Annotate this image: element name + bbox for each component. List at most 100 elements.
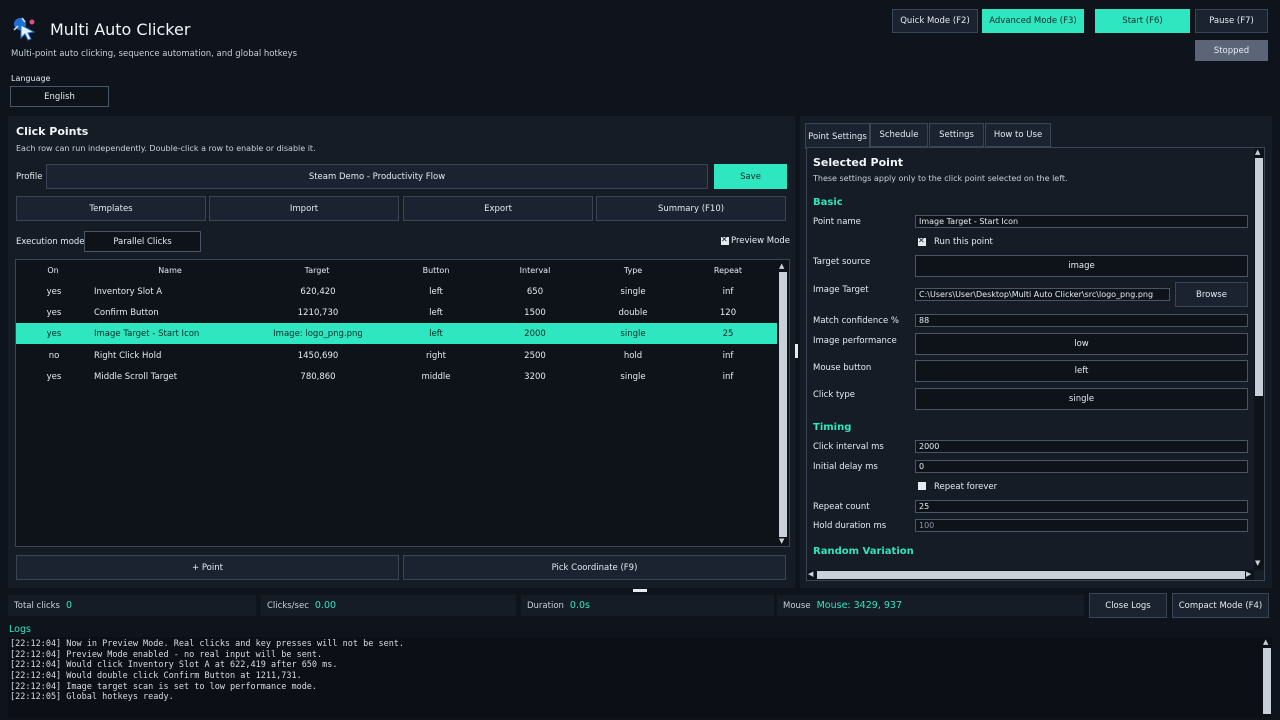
target-source-select[interactable]: image: [915, 255, 1248, 277]
image-performance-label: Image performance: [813, 336, 897, 346]
templates-button[interactable]: Templates: [16, 196, 206, 221]
hold-duration-label: Hold duration ms: [813, 521, 887, 531]
match-confidence-label: Match confidence %: [813, 316, 899, 326]
total-clicks-label: Total clicks: [14, 600, 60, 611]
execution-mode-select[interactable]: Parallel Clicks: [84, 231, 201, 252]
row-name: Confirm Button: [94, 307, 159, 318]
column-header-type[interactable]: Type: [603, 266, 663, 275]
mouse-button-select[interactable]: left: [915, 360, 1248, 382]
hold-duration-input[interactable]: 100: [915, 519, 1248, 532]
mouse-label: Mouse: [783, 600, 811, 611]
chevron-down-icon[interactable]: ▼: [1255, 559, 1260, 567]
duration-stat: Duration 0.0s: [521, 595, 774, 616]
language-select[interactable]: English: [10, 86, 109, 107]
repeat-count-input[interactable]: 25: [915, 500, 1248, 513]
tab-settings[interactable]: Settings: [929, 123, 984, 147]
run-this-point-checkbox[interactable]: [918, 236, 926, 246]
column-header-target[interactable]: Target: [287, 266, 347, 275]
scrollbar-thumb[interactable]: [1263, 648, 1271, 714]
chevron-up-icon[interactable]: ▲: [1263, 638, 1268, 646]
column-header-button[interactable]: Button: [406, 266, 466, 275]
chevron-up-icon[interactable]: ▲: [779, 262, 784, 270]
column-header-name[interactable]: Name: [140, 266, 200, 275]
row-interval: 650: [526, 286, 544, 297]
close-logs-button[interactable]: Close Logs: [1089, 593, 1167, 618]
column-header-on[interactable]: On: [38, 266, 68, 275]
quick-mode-button[interactable]: Quick Mode (F2): [892, 9, 978, 33]
log-line: [22:12:04] Would double click Confirm Bu…: [10, 671, 302, 681]
clicks-per-sec-stat: Clicks/sec 0.00: [261, 595, 516, 616]
row-on: no: [48, 350, 60, 361]
point-name-label: Point name: [813, 217, 861, 227]
compact-mode-button[interactable]: Compact Mode (F4): [1172, 593, 1269, 618]
start-button[interactable]: Start (F6): [1095, 9, 1190, 33]
mouse-button-label: Mouse button: [813, 363, 872, 373]
column-header-repeat[interactable]: Repeat: [698, 266, 758, 275]
click-type-label: Click type: [813, 390, 855, 400]
repeat-forever-checkbox[interactable]: [918, 482, 926, 490]
table-row[interactable]: no Right Click Hold 1450,690 right 2500 …: [16, 345, 777, 366]
row-on: yes: [46, 328, 62, 339]
initial-delay-label: Initial delay ms: [813, 462, 878, 472]
scrollbar-thumb[interactable]: [1255, 158, 1263, 396]
click-interval-input[interactable]: 2000: [915, 440, 1248, 453]
settings-vertical-scrollbar[interactable]: ▲ ▼: [1254, 148, 1264, 570]
add-point-button[interactable]: + Point: [16, 555, 399, 580]
export-button[interactable]: Export: [403, 196, 593, 221]
click-points-description: Each row can run independently. Double-c…: [16, 144, 316, 153]
scrollbar-thumb[interactable]: [817, 571, 1245, 579]
table-row[interactable]: yes Confirm Button 1210,730 left 1500 do…: [16, 302, 777, 323]
total-clicks-value: 0: [65, 600, 73, 611]
pause-button[interactable]: Pause (F7): [1195, 9, 1268, 33]
point-name-input[interactable]: Image Target - Start Icon: [915, 215, 1248, 228]
row-target: 620,420: [300, 286, 336, 297]
pick-coordinate-button[interactable]: Pick Coordinate (F9): [403, 555, 786, 580]
run-this-point-label: Run this point: [934, 237, 993, 247]
chevron-up-icon[interactable]: ▲: [1255, 148, 1260, 156]
scrollbar-thumb[interactable]: [779, 272, 787, 537]
status-badge: Stopped: [1195, 40, 1268, 61]
row-type: single: [620, 328, 646, 339]
target-source-label: Target source: [813, 257, 871, 267]
preview-mode-checkbox[interactable]: [721, 235, 729, 245]
row-type: single: [620, 371, 646, 382]
chevron-right-icon[interactable]: ▶: [1246, 570, 1251, 578]
log-line: [22:12:05] Global hotkeys ready.: [10, 692, 174, 702]
table-row-selected[interactable]: yes Image Target - Start Icon Image: log…: [16, 323, 777, 344]
chevron-down-icon[interactable]: ▼: [779, 537, 784, 545]
row-button: left: [429, 286, 443, 297]
tab-how-to-use[interactable]: How to Use: [985, 123, 1051, 147]
save-button[interactable]: Save: [714, 164, 787, 189]
table-scrollbar[interactable]: ▲ ▼: [778, 261, 788, 546]
vertical-splitter-handle[interactable]: [795, 344, 798, 358]
image-performance-select[interactable]: low: [915, 333, 1248, 355]
profile-label: Profile: [16, 172, 43, 182]
app-title: Multi Auto Clicker: [50, 20, 191, 39]
image-target-input[interactable]: C:\Users\User\Desktop\Multi Auto Clicker…: [915, 288, 1170, 301]
summary-button[interactable]: Summary (F10): [596, 196, 786, 221]
logs-scrollbar[interactable]: ▲: [1262, 638, 1272, 717]
table-row[interactable]: yes Middle Scroll Target 780,860 middle …: [16, 366, 777, 387]
row-interval: 2500: [524, 350, 546, 361]
settings-horizontal-scrollbar[interactable]: ◀ ▶: [807, 570, 1254, 580]
browse-button[interactable]: Browse: [1175, 282, 1248, 307]
repeat-count-label: Repeat count: [813, 502, 870, 512]
column-header-interval[interactable]: Interval: [505, 266, 565, 275]
import-button[interactable]: Import: [209, 196, 399, 221]
row-button: left: [429, 328, 443, 339]
advanced-mode-button[interactable]: Advanced Mode (F3): [982, 9, 1084, 33]
initial-delay-input[interactable]: 0: [915, 460, 1248, 473]
row-button: right: [426, 350, 446, 361]
tab-point-settings[interactable]: Point Settings: [805, 123, 870, 149]
click-type-select[interactable]: single: [915, 388, 1248, 410]
row-on: yes: [46, 286, 62, 297]
table-row[interactable]: yes Inventory Slot A 620,420 left 650 si…: [16, 281, 777, 302]
row-target: Image: logo_png.png: [273, 328, 363, 339]
chevron-left-icon[interactable]: ◀: [808, 570, 813, 578]
horizontal-splitter-handle[interactable]: [633, 589, 647, 592]
match-confidence-input[interactable]: 88: [915, 314, 1248, 327]
profile-select[interactable]: Steam Demo - Productivity Flow: [46, 164, 708, 189]
row-type: hold: [623, 350, 643, 361]
tab-schedule[interactable]: Schedule: [870, 123, 928, 147]
row-interval: 1500: [524, 307, 546, 318]
